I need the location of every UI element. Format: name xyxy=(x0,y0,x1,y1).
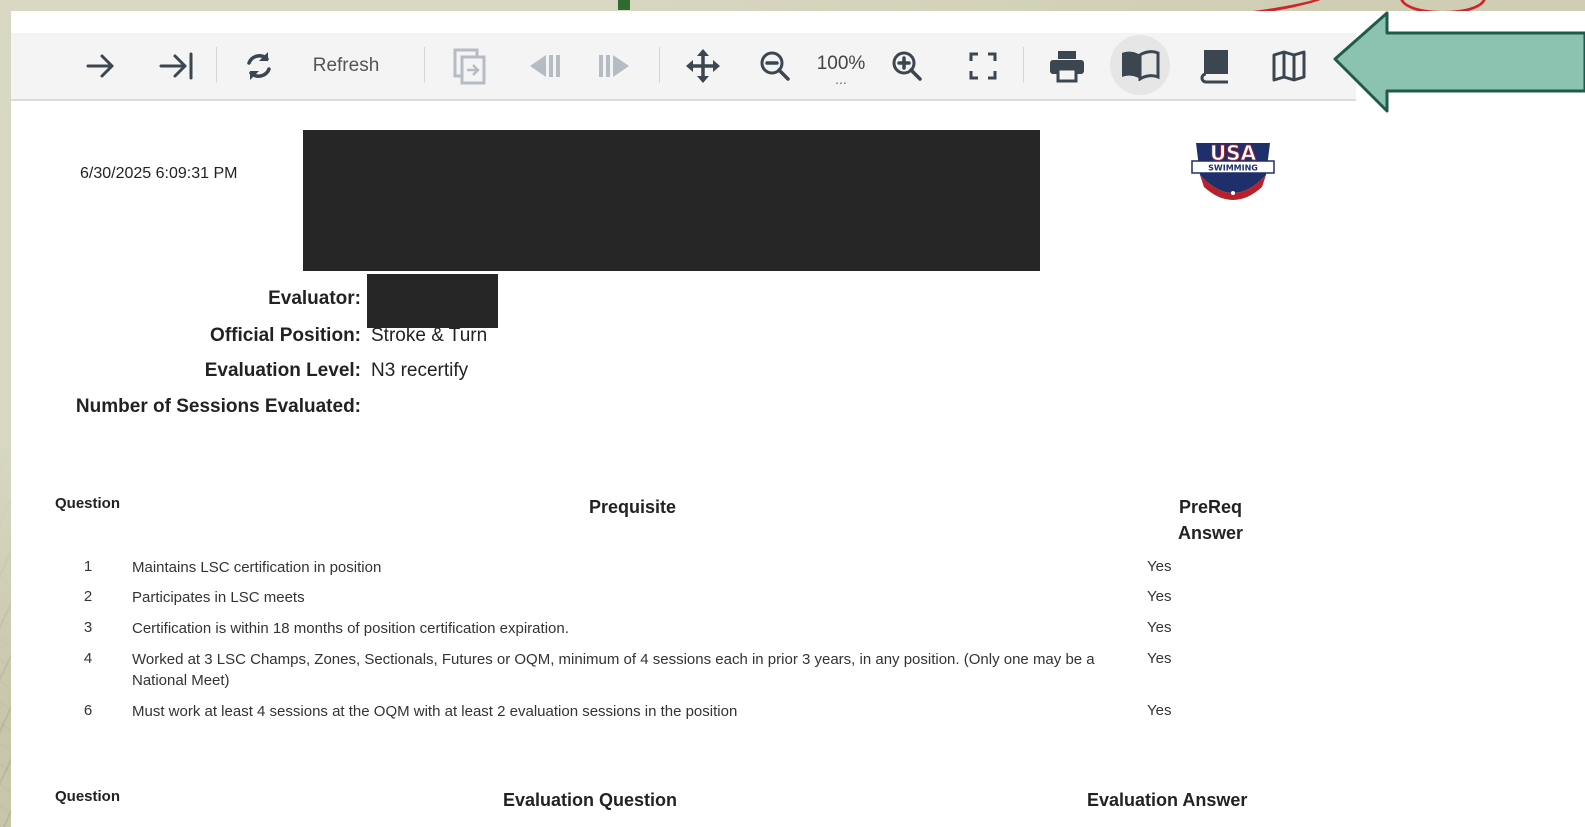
evaluator-label: Evaluator: xyxy=(268,288,361,309)
map-marker xyxy=(618,0,630,10)
prereq-row-text: Certification is within 18 months of pos… xyxy=(132,620,569,637)
eval-col-evaluation-question: Evaluation Question xyxy=(503,790,678,810)
evaluation-level-value: N3 recertify xyxy=(371,360,469,381)
official-position-label: Official Position: xyxy=(210,325,361,346)
redacted-title xyxy=(303,130,1040,271)
evaluation-level-label: Evaluation Level: xyxy=(204,360,361,381)
prereq-row-number: 2 xyxy=(83,588,93,605)
prereq-row-answer: Yes xyxy=(1147,650,1172,667)
report-viewer: Refresh 100% ... 6/30/2025 6:09:31 PM US… xyxy=(11,11,1585,827)
report-timestamp: 6/30/2025 6:09:31 PM xyxy=(80,165,238,182)
prereq-row-number: 6 xyxy=(83,702,93,719)
prereq-row-answer: Yes xyxy=(1147,619,1172,636)
prereq-row-text: Participates in LSC meets xyxy=(132,589,305,606)
report-page: 6/30/2025 6:09:31 PM USA SWIMMING Evalua… xyxy=(11,11,1585,827)
redacted-evaluator-name xyxy=(367,274,498,328)
prereq-row-text: Maintains LSC certification in position xyxy=(132,559,382,576)
prereq-col-answer-line1: PreReq xyxy=(1179,497,1243,517)
prereq-row-answer: Yes xyxy=(1147,702,1172,719)
prereq-row-answer: Yes xyxy=(1147,558,1172,575)
prereq-col-question: Question xyxy=(55,495,121,512)
prereq-col-answer-line2: Answer xyxy=(1178,523,1244,543)
prereq-row-number: 1 xyxy=(83,558,93,575)
official-position-value: Stroke & Turn xyxy=(371,325,488,346)
usa-swimming-logo: USA SWIMMING xyxy=(1191,141,1275,200)
prereq-row-number: 3 xyxy=(83,619,93,636)
prereq-row-answer: Yes xyxy=(1147,588,1172,605)
prereq-row-text: Must work at least 4 sessions at the OQM… xyxy=(132,703,738,720)
eval-col-evaluation-answer: Evaluation Answer xyxy=(1087,790,1248,810)
sessions-evaluated-label: Number of Sessions Evaluated: xyxy=(75,396,361,417)
prereq-row-text: Worked at 3 LSC Champs, Zones, Sectional… xyxy=(132,651,1095,689)
eval-col-question: Question xyxy=(55,788,121,805)
logo-subtext: SWIMMING xyxy=(1208,164,1258,173)
logo-text: USA xyxy=(1210,141,1257,165)
prereq-col-prerequisite: Prequisite xyxy=(589,497,677,517)
prereq-row-number: 4 xyxy=(83,650,93,667)
